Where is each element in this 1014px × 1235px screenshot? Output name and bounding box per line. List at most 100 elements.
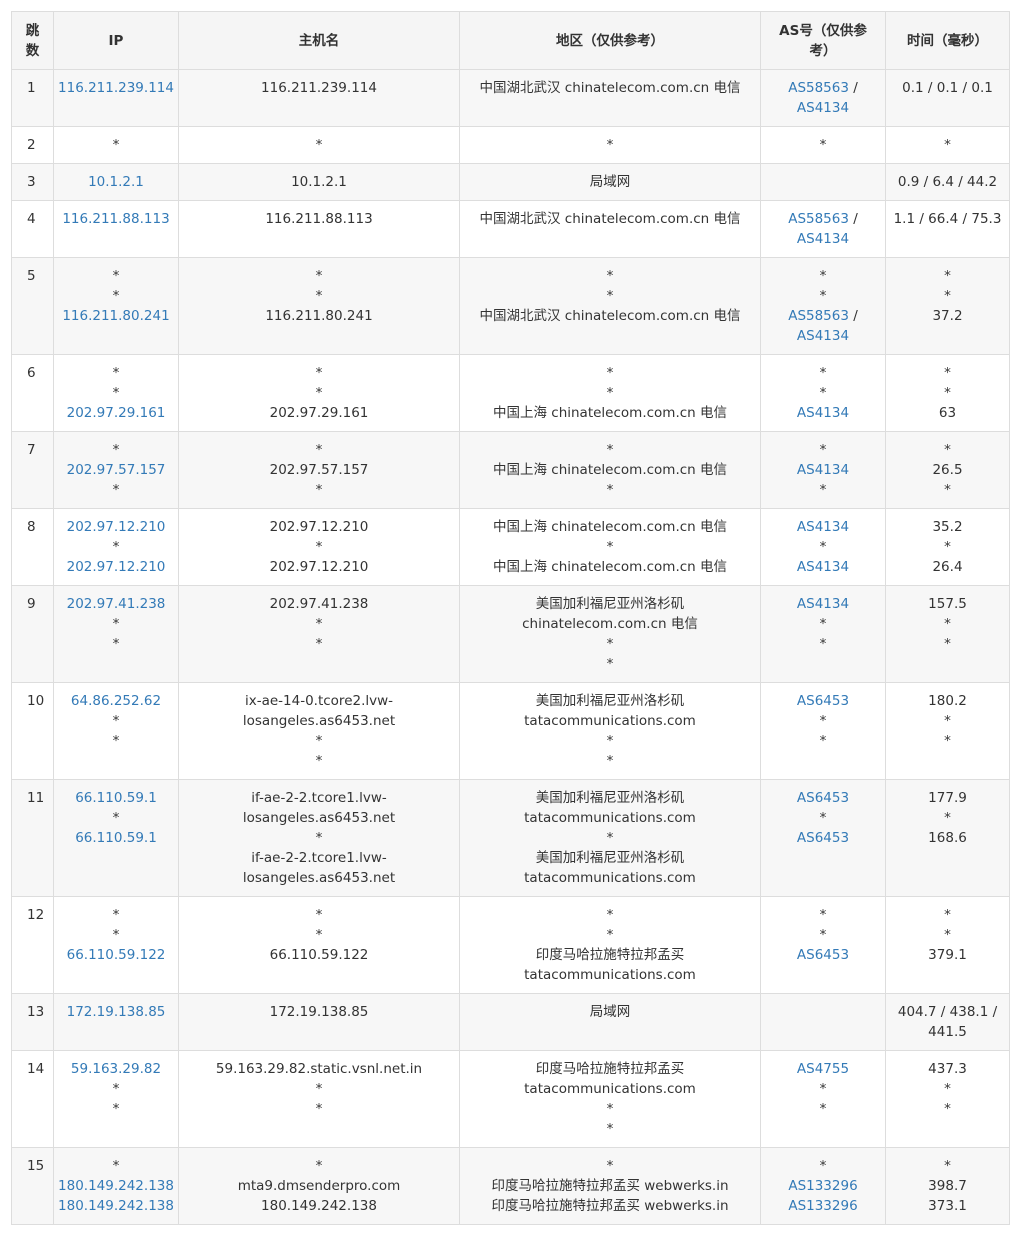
as-link[interactable]: AS4134 <box>797 405 849 421</box>
as-cell: * AS133296 AS133296 <box>760 1147 886 1225</box>
ip-link[interactable]: 172.19.138.85 <box>54 1002 178 1022</box>
ip-link[interactable]: 66.110.59.122 <box>54 945 178 965</box>
as-link[interactable]: AS4134 <box>797 100 849 116</box>
as-link[interactable]: AS6453 <box>797 830 849 846</box>
as-line: AS58563 / <box>761 306 885 326</box>
as-link[interactable]: AS6453 <box>797 947 849 963</box>
region-text: tatacommunications.com <box>524 870 696 886</box>
region-text: * <box>606 137 614 153</box>
as-line: AS4134 <box>761 326 885 346</box>
as-link[interactable]: AS4134 <box>797 559 849 575</box>
ip-text: * <box>112 907 120 923</box>
ip-link[interactable]: 116.211.80.241 <box>54 306 178 326</box>
hostname-text: 66.110.59.122 <box>269 947 369 963</box>
region-text: tatacommunications.com <box>524 967 696 983</box>
as-link[interactable]: AS58563 <box>788 308 849 324</box>
traceroute-results: 跳数 IP 主机名 地区（仅供参考） AS号（仅供参考） 时间（毫秒） 1 116… <box>11 11 1010 1225</box>
ip-link[interactable]: 116.211.239.114 <box>54 78 178 98</box>
as-line: AS58563 / <box>761 209 885 229</box>
as-cell: AS4134 * * <box>760 585 886 683</box>
ip-link[interactable]: 202.97.29.161 <box>54 403 178 423</box>
hostname-text: * <box>315 830 323 846</box>
as-link[interactable]: AS4755 <box>797 1061 849 1077</box>
latency-text: * <box>944 539 951 555</box>
as-line: AS4134 <box>761 460 885 480</box>
hop-number: 9 <box>27 596 36 612</box>
ip-text: * <box>112 385 120 401</box>
hostname-text: * <box>315 1158 323 1174</box>
latency-text: * <box>944 616 951 632</box>
as-link[interactable]: AS133296 <box>788 1178 857 1194</box>
as-link[interactable]: AS4134 <box>797 462 849 478</box>
as-line: * <box>819 539 827 555</box>
as-cell: * * AS4134 <box>760 354 886 432</box>
region-text: tatacommunications.com <box>524 1081 696 1097</box>
as-line: * <box>819 365 827 381</box>
host-cell: 202.97.41.238 * * <box>178 585 460 683</box>
table-row: 10 64.86.252.62 * * ix-ae-14-0.tcore2.lvw-lo… <box>11 682 1010 780</box>
header-ip: IP <box>53 11 179 70</box>
ip-cell: * 180.149.242.138 180.149.242.138 <box>53 1147 179 1225</box>
region-cell: * * 中国上海 chinatelecom.com.cn 电信 <box>459 354 761 432</box>
region-cell: * 印度马哈拉施特拉邦孟买 webwerks.in 印度马哈拉施特拉邦孟买 webw… <box>459 1147 761 1225</box>
ip-link[interactable]: 64.86.252.62 <box>54 691 178 711</box>
table-row: 11 66.110.59.1 * 66.110.59.1 if-ae-2-2.tcore… <box>11 779 1010 897</box>
as-line: * <box>819 288 827 304</box>
ip-link[interactable]: 66.110.59.1 <box>54 828 178 848</box>
ip-cell: * * 66.110.59.122 <box>53 896 179 994</box>
ip-link[interactable]: 202.97.41.238 <box>54 594 178 614</box>
latency-text: * <box>944 442 951 458</box>
as-link[interactable]: AS6453 <box>797 790 849 806</box>
ip-cell: 64.86.252.62 * * <box>53 682 179 780</box>
ip-link[interactable]: 59.163.29.82 <box>54 1059 178 1079</box>
as-link[interactable]: AS133296 <box>788 1198 857 1214</box>
ip-link[interactable]: 116.211.88.113 <box>54 209 178 229</box>
latency-text: 180.2 <box>928 693 967 709</box>
ip-link[interactable]: 202.97.57.157 <box>54 460 178 480</box>
as-link[interactable]: AS58563 <box>788 80 849 96</box>
ip-text: * <box>112 268 120 284</box>
header-region: 地区（仅供参考） <box>459 11 761 70</box>
ip-text: * <box>112 927 120 943</box>
traceroute-table: 跳数 IP 主机名 地区（仅供参考） AS号（仅供参考） 时间（毫秒） 1 116… <box>11 11 1010 1225</box>
ip-link[interactable]: 180.149.242.138 <box>54 1176 178 1196</box>
ip-link[interactable]: 180.149.242.138 <box>54 1196 178 1216</box>
table-row: 8 202.97.12.210 * 202.97.12.210 202.97.12.21… <box>11 508 1010 586</box>
as-link[interactable]: AS6453 <box>797 693 849 709</box>
as-link[interactable]: AS4134 <box>797 596 849 612</box>
as-line: AS133296 <box>761 1196 885 1216</box>
ip-link[interactable]: 202.97.12.210 <box>54 557 178 577</box>
ip-text: * <box>112 539 120 555</box>
time-cell: * <box>885 126 1010 164</box>
as-cell: AS58563 / AS4134 <box>760 200 886 258</box>
hostname-text: * <box>315 907 323 923</box>
as-link[interactable]: AS58563 <box>788 211 849 227</box>
as-line: AS4134 <box>761 557 885 577</box>
as-link[interactable]: AS4134 <box>797 519 849 535</box>
hostname-text: 116.211.80.241 <box>265 308 373 324</box>
hostname-text: 172.19.138.85 <box>269 1004 369 1020</box>
time-cell: 180.2 * * <box>885 682 1010 780</box>
region-cell: 中国湖北武汉 chinatelecom.com.cn 电信 <box>459 69 761 127</box>
hop-number: 6 <box>27 365 36 381</box>
region-cell: 中国湖北武汉 chinatelecom.com.cn 电信 <box>459 200 761 258</box>
ip-text: * <box>112 288 120 304</box>
hostname-text: 10.1.2.1 <box>291 174 347 190</box>
ip-text: * <box>112 1081 120 1097</box>
time-cell: 0.1 / 0.1 / 0.1 <box>885 69 1010 127</box>
region-text: 中国湖北武汉 chinatelecom.com.cn 电信 <box>479 308 741 324</box>
region-text: 中国上海 chinatelecom.com.cn 电信 <box>492 519 728 535</box>
ip-link[interactable]: 66.110.59.1 <box>54 788 178 808</box>
as-link[interactable]: AS4134 <box>797 328 849 344</box>
hostname-text: ix-ae-14-0.tcore2.lvw- <box>244 693 394 709</box>
as-link[interactable]: AS4134 <box>797 231 849 247</box>
region-cell: 中国上海 chinatelecom.com.cn 电信 * 中国上海 chinate… <box>459 508 761 586</box>
hostname-text: * <box>315 365 323 381</box>
region-text: 局域网 <box>589 1004 631 1020</box>
as-line: * <box>819 442 827 458</box>
hop-cell: 12 <box>11 896 54 994</box>
ip-link[interactable]: 10.1.2.1 <box>54 172 178 192</box>
table-row: 12 * * 66.110.59.122 * * 66.110.59.122 * * 印度马哈拉施… <box>11 896 1010 994</box>
time-cell: 404.7 / 438.1 / 441.5 <box>885 993 1010 1051</box>
ip-link[interactable]: 202.97.12.210 <box>54 517 178 537</box>
